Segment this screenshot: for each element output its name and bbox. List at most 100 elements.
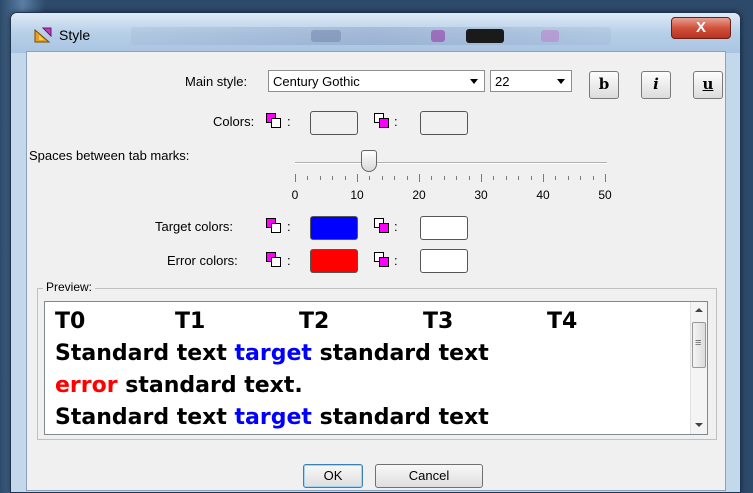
chevron-down-icon bbox=[557, 79, 565, 84]
colon: : bbox=[287, 114, 291, 129]
chevron-down-icon bbox=[470, 79, 478, 84]
preview-text: T0 T1 T2 T3 T4 Standard text target stan… bbox=[55, 306, 695, 434]
title-blur-background bbox=[131, 27, 611, 45]
colon: : bbox=[394, 253, 398, 268]
slider-tick-label: 10 bbox=[350, 188, 364, 202]
slider-tick bbox=[468, 176, 470, 180]
scroll-down-icon[interactable] bbox=[691, 417, 707, 434]
underline-icon: u bbox=[702, 75, 714, 93]
standard-text: standard text bbox=[311, 341, 489, 366]
preview-area[interactable]: T0 T1 T2 T3 T4 Standard text target stan… bbox=[44, 301, 708, 435]
slider-tick-label: 50 bbox=[598, 188, 612, 202]
slider-tick bbox=[307, 176, 309, 180]
tab-header: T4 bbox=[547, 309, 578, 334]
ok-button[interactable]: OK bbox=[303, 464, 363, 488]
preview-line: Standard text target standard text bbox=[55, 338, 695, 370]
preview-line: error standard text. bbox=[55, 370, 695, 402]
style-app-icon bbox=[34, 27, 52, 43]
preview-line: Standard text target standard text bbox=[55, 402, 695, 434]
preview-group: Preview: T0 T1 T2 T3 T4 Standard text ta… bbox=[37, 280, 717, 440]
slider-tick bbox=[605, 174, 606, 182]
bold-button[interactable]: b bbox=[589, 71, 619, 99]
slider-tick bbox=[295, 174, 296, 182]
error-colors-label: Error colors: bbox=[167, 253, 238, 268]
scroll-up-icon[interactable] bbox=[691, 302, 707, 319]
slider-tick bbox=[592, 176, 594, 180]
slider-tick bbox=[369, 176, 371, 180]
preview-label: Preview: bbox=[43, 280, 96, 294]
slider-tick bbox=[456, 176, 458, 180]
slider-tick bbox=[505, 176, 507, 180]
slider-tick bbox=[319, 176, 321, 180]
tab-header: T1 bbox=[175, 309, 206, 334]
target-colors-label: Target colors: bbox=[155, 219, 234, 234]
text-color-picker[interactable] bbox=[310, 111, 358, 135]
tab-header: T0 bbox=[55, 309, 86, 334]
tab-header: T3 bbox=[423, 309, 454, 334]
error-text-color-picker[interactable] bbox=[310, 249, 358, 273]
scrollbar-thumb[interactable] bbox=[692, 322, 706, 368]
title-blur-block bbox=[311, 30, 341, 42]
target-foreground-color-icon bbox=[266, 218, 282, 233]
title-blur-block bbox=[466, 29, 504, 43]
bold-icon: b bbox=[598, 75, 610, 93]
colon: : bbox=[287, 253, 291, 268]
slider-tick-label: 20 bbox=[412, 188, 426, 202]
slider-tick bbox=[567, 176, 569, 180]
size-select[interactable]: 22 bbox=[490, 70, 572, 92]
error-background-color-picker[interactable] bbox=[420, 249, 468, 273]
background-color-picker[interactable] bbox=[420, 111, 468, 135]
title-bar[interactable]: Style X bbox=[11, 13, 740, 53]
slider-tick bbox=[406, 176, 408, 180]
size-select-value: 22 bbox=[495, 74, 510, 89]
colors-label: Colors: bbox=[213, 114, 255, 129]
style-dialog: Style X Main style: Century Gothic 22 b … bbox=[10, 12, 741, 493]
tab-marks-slider-thumb[interactable] bbox=[361, 150, 378, 172]
target-text: target bbox=[234, 405, 312, 430]
target-text-color-picker[interactable] bbox=[310, 216, 358, 240]
tab-marks-slider-track[interactable] bbox=[295, 162, 607, 164]
slider-tick bbox=[431, 176, 433, 180]
main-style-label: Main style: bbox=[185, 74, 248, 89]
slider-tick bbox=[443, 176, 445, 180]
slider-tick bbox=[493, 176, 495, 180]
slider-tick bbox=[555, 176, 557, 180]
underline-button[interactable]: u bbox=[693, 71, 723, 99]
close-icon: X bbox=[695, 19, 706, 36]
colon: : bbox=[394, 114, 398, 129]
foreground-color-icon bbox=[266, 113, 282, 128]
cancel-button[interactable]: Cancel bbox=[375, 464, 483, 488]
slider-tick bbox=[332, 176, 334, 180]
target-background-color-icon bbox=[374, 218, 390, 233]
font-select[interactable]: Century Gothic bbox=[268, 70, 485, 92]
slider-tick-label: 0 bbox=[291, 188, 299, 202]
window-title: Style bbox=[59, 27, 91, 43]
italic-button[interactable]: i bbox=[641, 71, 671, 99]
standard-text: Standard text bbox=[55, 341, 235, 366]
standard-text: Standard text bbox=[55, 405, 235, 430]
close-button[interactable]: X bbox=[671, 17, 731, 39]
slider-tick bbox=[518, 176, 520, 180]
standard-text: standard text. bbox=[117, 373, 303, 398]
slider-tick bbox=[580, 176, 582, 180]
preview-scrollbar[interactable] bbox=[690, 302, 707, 434]
slider-tick-label: 30 bbox=[474, 188, 488, 202]
title-blur-block bbox=[541, 30, 559, 42]
slider-tick bbox=[543, 174, 544, 182]
error-background-color-icon bbox=[374, 252, 390, 267]
title-blur-block bbox=[431, 30, 445, 42]
slider-tick-label: 40 bbox=[536, 188, 550, 202]
error-foreground-color-icon bbox=[266, 252, 282, 267]
slider-tick bbox=[381, 176, 383, 180]
font-select-value: Century Gothic bbox=[273, 74, 360, 89]
target-background-color-picker[interactable] bbox=[420, 216, 468, 240]
error-text: error bbox=[55, 373, 118, 398]
slider-tick bbox=[344, 176, 346, 180]
tab-header-row: T0 T1 T2 T3 T4 bbox=[55, 306, 695, 338]
dialog-content: Main style: Century Gothic 22 b i u Colo… bbox=[26, 51, 726, 491]
slider-tick bbox=[530, 176, 532, 180]
standard-text: standard text bbox=[311, 405, 489, 430]
italic-icon: i bbox=[653, 75, 659, 93]
colon: : bbox=[287, 219, 291, 234]
tab-header: T2 bbox=[299, 309, 330, 334]
